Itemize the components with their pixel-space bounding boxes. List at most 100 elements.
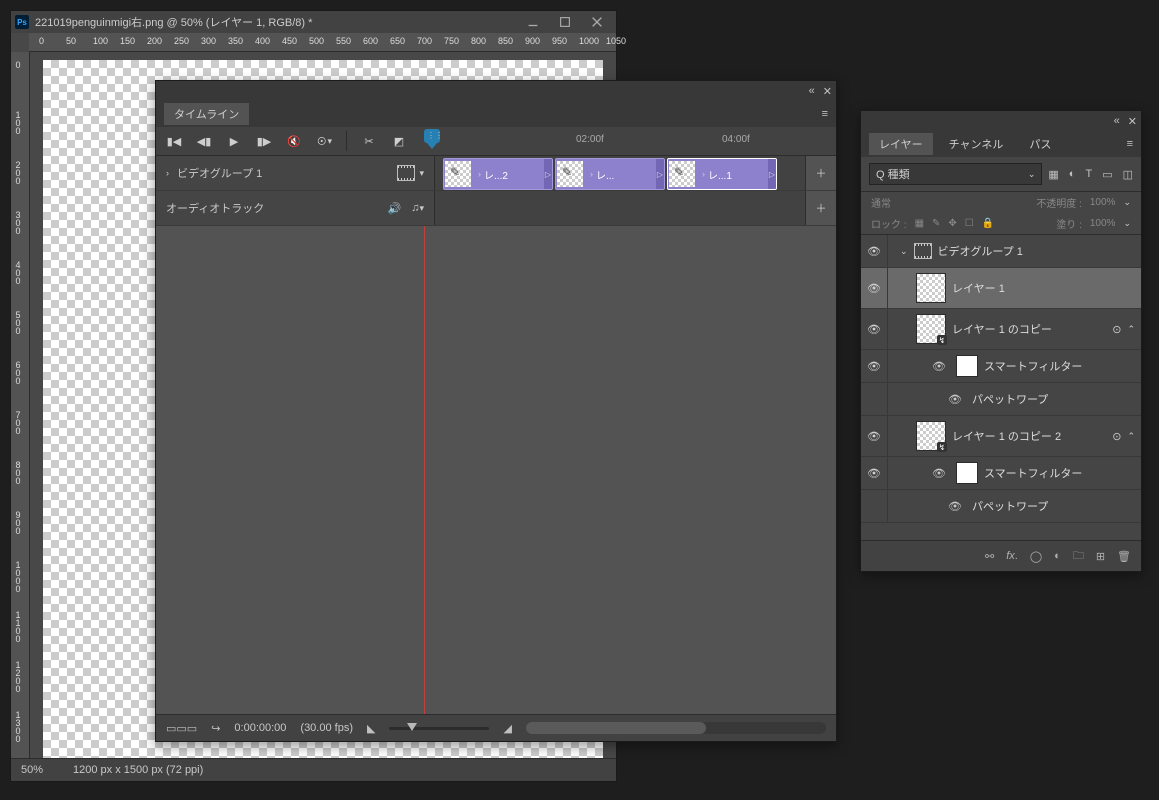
layers-panel: « ✕ レイヤー チャンネル パス ≡ Q 種類⌄ ▦ ◐ T ▭ ◫ 通常 不… [860,110,1142,572]
blend-mode-dropdown[interactable]: 通常 [871,195,891,210]
visibility-toggle[interactable]: 👁 [932,467,946,480]
lock-brush-icon[interactable]: ✎ [932,218,940,229]
visibility-toggle[interactable]: 👁 [861,309,888,349]
timeline-clip[interactable]: ›レ...▷ [555,158,665,190]
visibility-toggle[interactable]: 👁 [861,268,888,308]
timeline-ruler[interactable]: 02:00f 04:00f [418,127,806,155]
zoom-out-icon[interactable]: ◣ [367,722,375,735]
channels-tab[interactable]: チャンネル [939,133,1014,155]
close-button[interactable] [582,13,612,31]
layer-row[interactable]: 👁 ⌄ ビデオグループ 1 [861,235,1141,268]
frames-view-icon[interactable]: ▭▭▭ [166,722,197,735]
link-layers-icon[interactable]: ⚯ [985,550,994,563]
layer-style-icon[interactable]: fx. [1006,550,1018,562]
collapse-icon[interactable]: « [809,85,815,97]
prev-frame-button[interactable]: ◀▮ [196,133,212,149]
chevron-icon[interactable]: ⌃ [1127,431,1135,442]
timeline-scrollbar[interactable] [526,722,826,734]
visibility-toggle[interactable]: 👁 [861,457,888,489]
clip-handle[interactable]: ▷ [656,159,664,189]
visibility-toggle[interactable]: 👁 [948,393,962,406]
layer-row[interactable]: 👁 パペットワープ [861,490,1141,523]
layers-tab[interactable]: レイヤー [869,133,933,155]
new-layer-icon[interactable]: ⊞ [1096,550,1105,563]
next-frame-button[interactable]: ▮▶ [256,133,272,149]
layer-name[interactable]: パペットワープ [972,391,1135,407]
layer-row[interactable]: 👁 👁 スマートフィルター [861,457,1141,490]
split-clip-button[interactable]: ✂ [361,133,377,149]
minimize-button[interactable] [518,13,548,31]
layer-row[interactable]: 👁 レイヤー 1 のコピー 2 ⊙ ⌃ [861,416,1141,457]
timecode[interactable]: 0:00:00:00 [234,722,286,734]
maximize-button[interactable] [550,13,580,31]
opacity-value[interactable]: 100% [1090,197,1116,208]
lock-artboard-icon[interactable]: ☐ [965,218,974,229]
filter-type-icon[interactable]: T [1085,168,1092,181]
layer-name[interactable]: スマートフィルター [984,358,1135,374]
lock-all-icon[interactable]: 🔒 [982,218,994,229]
timeline-tab[interactable]: タイムライン [164,103,249,125]
filter-image-icon[interactable]: ▦ [1048,168,1058,181]
fill-value[interactable]: 100% [1090,218,1116,229]
smart-filter-icon[interactable]: ⊙ [1112,430,1121,443]
visibility-toggle[interactable]: 👁 [861,235,888,267]
filmstrip-icon[interactable] [397,165,415,181]
close-panel-icon[interactable]: ✕ [1128,115,1137,128]
clips-area[interactable]: ›レ...2▷›レ...▷›レ...1▷ [435,156,805,190]
layer-name[interactable]: ビデオグループ 1 [938,243,1135,259]
layer-name[interactable]: レイヤー 1 [952,280,1135,296]
speaker-icon[interactable]: 🔊 [388,202,402,215]
zoom-slider[interactable] [389,727,489,730]
add-audio-track-button[interactable]: ＋ [805,191,836,225]
layer-name[interactable]: スマートフィルター [984,465,1135,481]
layer-row[interactable]: 👁 レイヤー 1 [861,268,1141,309]
visibility-toggle[interactable] [861,383,888,415]
new-group-icon[interactable]: 🗀 [1073,547,1084,566]
clip-handle[interactable]: ▷ [768,159,776,189]
layer-row[interactable]: 👁 👁 スマートフィルター [861,350,1141,383]
layer-name[interactable]: レイヤー 1 のコピー 2 [952,428,1106,444]
add-video-track-button[interactable]: ＋ [805,156,836,190]
filter-shape-icon[interactable]: ▭ [1102,168,1112,181]
delete-layer-icon[interactable]: 🗑 [1117,550,1131,563]
clip-handle[interactable]: ▷ [544,159,552,189]
layer-name[interactable]: レイヤー 1 のコピー [952,321,1106,337]
settings-button[interactable]: ▾ [316,133,332,149]
timeline-clip[interactable]: ›レ...1▷ [667,158,777,190]
visibility-toggle[interactable]: 👁 [948,500,962,513]
expand-track-icon[interactable]: › [166,168,169,178]
panel-menu-icon[interactable]: ≡ [1127,138,1133,150]
collapse-icon[interactable]: « [1114,115,1120,127]
chevron-down-icon[interactable]: ⌄ [900,246,908,257]
ruler-tick: 550 [336,36,351,46]
filter-adjust-icon[interactable]: ◐ [1069,168,1076,181]
layer-row[interactable]: 👁 パペットワープ [861,383,1141,416]
visibility-toggle[interactable]: 👁 [932,360,946,373]
play-button[interactable]: ▶ [226,133,242,149]
panel-menu-icon[interactable]: ≡ [822,108,828,120]
add-mask-icon[interactable]: ◯ [1030,550,1042,563]
paths-tab[interactable]: パス [1019,133,1061,155]
smart-filter-icon[interactable]: ⊙ [1112,323,1121,336]
layer-filter-dropdown[interactable]: Q 種類⌄ [869,163,1042,185]
adjustment-layer-icon[interactable]: ◐ [1054,550,1061,562]
mute-button[interactable]: 🔇 [286,133,302,149]
render-icon[interactable]: ↪ [211,722,220,735]
visibility-toggle[interactable] [861,490,888,522]
chevron-icon[interactable]: ⌃ [1127,324,1135,335]
lock-position-icon[interactable]: ✥ [948,218,956,229]
close-panel-icon[interactable]: ✕ [823,85,832,98]
music-icon[interactable]: ♫▾ [411,202,424,214]
first-frame-button[interactable]: ▮◀ [166,133,182,149]
timeline-clip[interactable]: ›レ...2▷ [443,158,553,190]
zoom-in-icon[interactable]: ◢ [503,722,511,735]
layer-name[interactable]: パペットワープ [972,498,1135,514]
lock-pixels-icon[interactable]: ▦ [915,218,924,229]
visibility-toggle[interactable]: 👁 [861,416,888,456]
visibility-toggle[interactable]: 👁 [861,350,888,382]
audio-track-label: オーディオトラック [166,200,264,216]
layer-row[interactable]: 👁 レイヤー 1 のコピー ⊙ ⌃ [861,309,1141,350]
transition-button[interactable]: ◩ [391,133,407,149]
filter-smart-icon[interactable]: ◫ [1123,168,1133,181]
zoom-level[interactable]: 50% [21,764,43,776]
